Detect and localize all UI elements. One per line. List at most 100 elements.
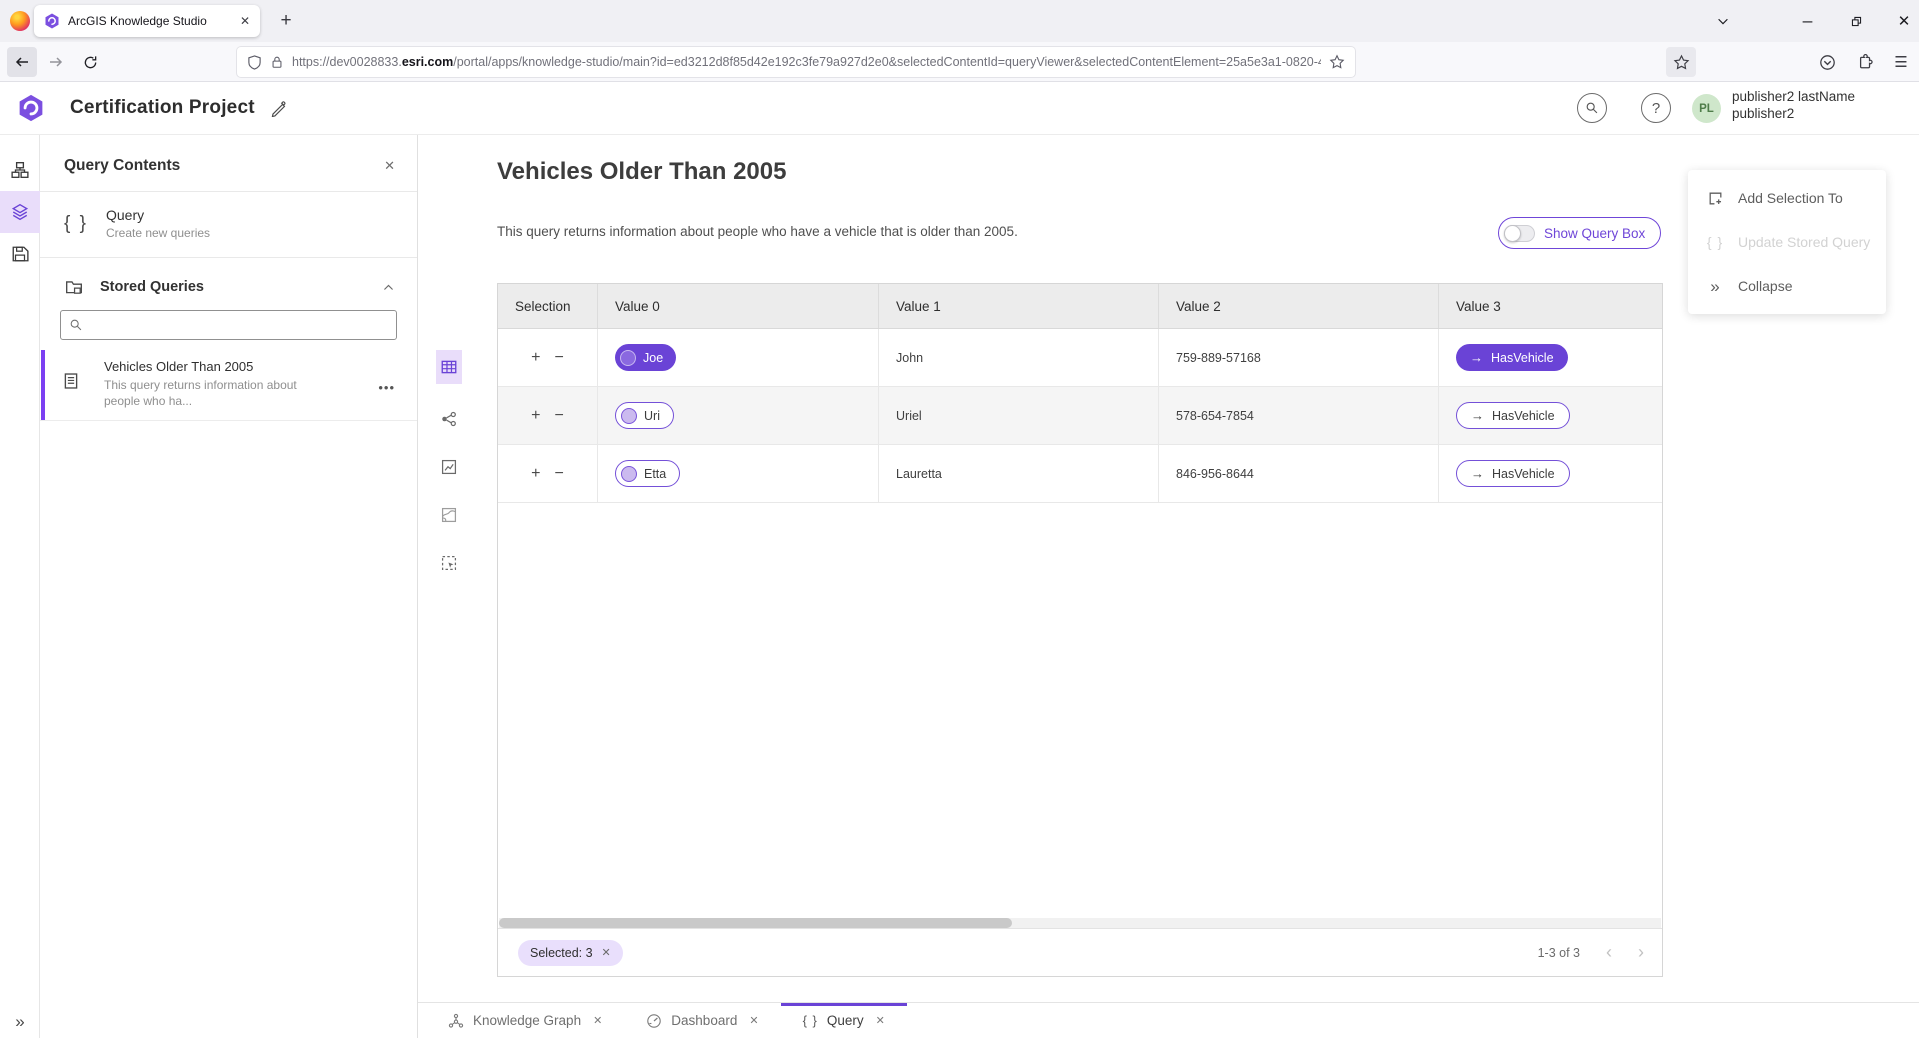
braces-icon: { } [803, 1013, 818, 1028]
user-username: publisher2 [1732, 105, 1855, 122]
add-to-selection-icon[interactable]: + [531, 407, 540, 425]
left-rail [0, 135, 40, 1038]
shield-icon[interactable] [247, 55, 262, 70]
pocket-icon[interactable] [1812, 47, 1842, 77]
close-tab-icon[interactable]: ✕ [749, 1014, 758, 1027]
column-header[interactable]: Value 3 [1439, 284, 1662, 328]
close-window-button[interactable]: ✕ [1881, 0, 1919, 42]
tab-knowledge-graph[interactable]: Knowledge Graph ✕ [426, 1003, 624, 1038]
clear-selection-icon[interactable]: ✕ [602, 946, 611, 959]
relationship-pill[interactable]: →HasVehicle [1456, 460, 1570, 487]
show-query-box-toggle[interactable]: Show Query Box [1498, 217, 1661, 249]
entity-pill[interactable]: Joe [615, 344, 676, 371]
avatar[interactable]: PL [1692, 94, 1721, 123]
column-header[interactable]: Value 2 [1159, 284, 1439, 328]
chevron-up-icon[interactable] [382, 281, 395, 294]
cell-value[interactable]: 578-654-7854 [1159, 387, 1439, 444]
braces-icon: { } [1706, 234, 1724, 250]
next-page-icon[interactable]: › [1638, 942, 1644, 963]
project-title: Certification Project [70, 97, 255, 119]
cell-value[interactable]: John [879, 329, 1159, 386]
chart-view-icon[interactable] [436, 454, 462, 480]
link-chart-icon[interactable] [0, 149, 40, 191]
edit-pencil-icon[interactable] [270, 100, 287, 117]
url-text[interactable]: https://dev0028833.esri.com/portal/apps/… [292, 55, 1321, 69]
help-icon[interactable]: ? [1641, 93, 1671, 123]
table-row[interactable]: + − Joe John 759-889-57168 →HasVehicle [498, 329, 1662, 387]
add-to-selection-icon[interactable]: + [531, 465, 540, 483]
search-icon [69, 318, 83, 332]
scrollbar-thumb[interactable] [499, 918, 1012, 928]
horizontal-scrollbar[interactable] [499, 918, 1661, 928]
stored-query-item[interactable]: Vehicles Older Than 2005 This query retu… [40, 350, 417, 421]
menu-item-add-selection-to[interactable]: Add Selection To [1688, 176, 1886, 220]
new-query-subtitle: Create new queries [106, 226, 210, 240]
dashboard-icon [646, 1013, 662, 1029]
tab-list-icon[interactable] [1700, 0, 1746, 42]
lock-icon[interactable] [270, 55, 284, 69]
menu-item-collapse[interactable]: » Collapse [1688, 264, 1886, 308]
tab-query[interactable]: { } Query ✕ [781, 1003, 907, 1038]
back-button[interactable] [7, 47, 37, 77]
stored-queries-search[interactable] [60, 310, 397, 340]
cell-value[interactable]: Uriel [879, 387, 1159, 444]
close-tab-icon[interactable]: ✕ [593, 1014, 602, 1027]
add-to-selection-icon[interactable]: + [531, 349, 540, 367]
browser-tab-bar: ArcGIS Knowledge Studio ✕ + ✕ [0, 0, 1919, 42]
url-bar[interactable]: https://dev0028833.esri.com/portal/apps/… [237, 47, 1355, 77]
column-header[interactable]: Value 0 [598, 284, 879, 328]
bookmarks-star-button[interactable] [1666, 47, 1696, 77]
search-icon[interactable] [1577, 93, 1607, 123]
table-row[interactable]: + − Uri Uriel 578-654-7854 →HasVehicle [498, 387, 1662, 445]
more-options-icon[interactable]: ••• [378, 380, 395, 395]
minimize-button[interactable] [1784, 0, 1830, 42]
firefox-icon[interactable] [10, 11, 30, 31]
hamburger-menu-icon[interactable]: ☰ [1886, 47, 1916, 77]
table-view-icon[interactable] [436, 350, 462, 384]
braces-icon: { } [64, 213, 88, 235]
save-icon[interactable] [0, 233, 40, 275]
column-header[interactable]: Value 1 [879, 284, 1159, 328]
menu-item-update-stored-query[interactable]: { } Update Stored Query [1688, 220, 1886, 264]
stored-queries-header[interactable]: Stored Queries [40, 258, 417, 308]
layers-icon[interactable] [0, 191, 40, 233]
close-tab-icon[interactable]: ✕ [876, 1014, 885, 1027]
panel-close-icon[interactable]: ✕ [384, 158, 395, 174]
browser-tab-title: ArcGIS Knowledge Studio [68, 14, 232, 28]
column-header[interactable]: Selection [498, 284, 598, 328]
remove-from-selection-icon[interactable]: − [555, 407, 564, 425]
map-view-icon[interactable] [436, 502, 462, 528]
expand-panel-icon[interactable]: » [0, 1012, 40, 1032]
user-info[interactable]: publisher2 lastName publisher2 [1732, 88, 1855, 122]
toggle-switch[interactable] [1504, 225, 1535, 242]
remove-from-selection-icon[interactable]: − [555, 465, 564, 483]
entity-pill[interactable]: Etta [615, 460, 680, 487]
link-chart-view-icon[interactable] [436, 406, 462, 432]
new-tab-button[interactable]: + [272, 7, 300, 35]
tab-dashboard[interactable]: Dashboard ✕ [624, 1003, 780, 1038]
reload-button[interactable] [75, 47, 105, 77]
extensions-puzzle-icon[interactable] [1850, 47, 1880, 77]
select-tool-icon[interactable] [436, 550, 462, 576]
search-input[interactable] [89, 318, 388, 333]
cell-value[interactable]: Lauretta [879, 445, 1159, 502]
table-row[interactable]: + − Etta Lauretta 846-956-8644 →HasVehic… [498, 445, 1662, 503]
selected-count-badge[interactable]: Selected: 3 ✕ [518, 940, 623, 966]
app-logo-icon[interactable] [17, 94, 45, 122]
relationship-pill[interactable]: →HasVehicle [1456, 402, 1570, 429]
bookmark-star-icon[interactable] [1329, 54, 1345, 70]
add-selection-icon [1706, 190, 1724, 207]
forward-button[interactable] [41, 47, 71, 77]
cell-value[interactable]: 759-889-57168 [1159, 329, 1439, 386]
new-query-item[interactable]: { } Query Create new queries [40, 192, 417, 258]
restore-button[interactable] [1833, 0, 1879, 42]
browser-tab[interactable]: ArcGIS Knowledge Studio ✕ [34, 5, 260, 37]
entity-pill[interactable]: Uri [615, 402, 674, 429]
cell-value[interactable]: 846-956-8644 [1159, 445, 1439, 502]
tab-close-icon[interactable]: ✕ [240, 14, 250, 28]
query-contents-panel: Query Contents ✕ { } Query Create new qu… [40, 135, 418, 1038]
previous-page-icon[interactable]: ‹ [1606, 942, 1612, 963]
relationship-pill[interactable]: →HasVehicle [1456, 344, 1568, 371]
remove-from-selection-icon[interactable]: − [555, 349, 564, 367]
table-header-row: Selection Value 0 Value 1 Value 2 Value … [498, 284, 1662, 329]
